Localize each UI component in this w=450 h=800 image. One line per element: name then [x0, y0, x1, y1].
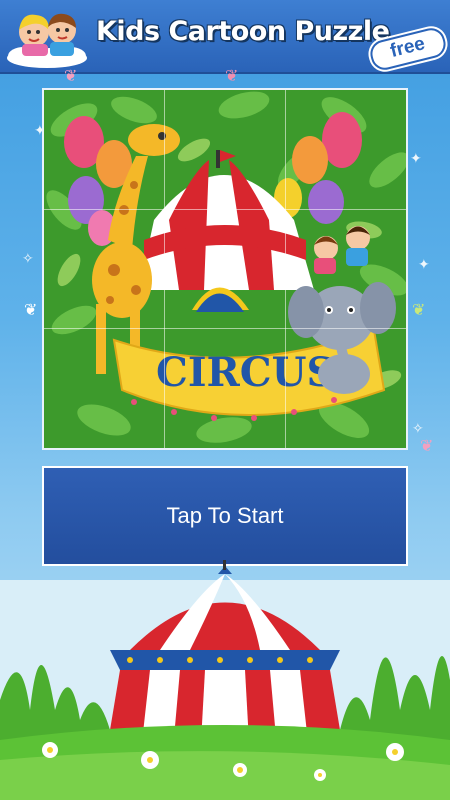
- circus-puzzle-image: CIRCUS: [44, 90, 406, 448]
- grid-divider: [164, 90, 165, 448]
- grid-divider: [44, 328, 406, 329]
- butterfly-icon: ❦: [225, 68, 239, 85]
- circus-tent-scene: [0, 560, 450, 800]
- grid-divider: [44, 209, 406, 210]
- butterfly-icon: ❦: [420, 438, 434, 455]
- kids-logo-icon: [7, 13, 87, 68]
- sparkle-icon: ✦: [418, 256, 430, 272]
- tap-to-start-button[interactable]: Tap To Start: [42, 466, 408, 566]
- circus-sign: CIRCUS: [156, 349, 335, 396]
- app-header: Kids Cartoon Puzzle free: [0, 0, 450, 74]
- sparkle-icon: ✦: [410, 150, 422, 166]
- grid-divider: [285, 90, 286, 448]
- butterfly-icon: ❦: [412, 302, 426, 319]
- puzzle-board[interactable]: CIRCUS: [42, 88, 408, 450]
- butterfly-icon: ❦: [64, 68, 78, 85]
- sparkle-icon: ✧: [412, 420, 424, 436]
- sparkle-icon: ✧: [22, 250, 34, 266]
- app-title: Kids Cartoon Puzzle: [96, 16, 390, 47]
- butterfly-icon: ❦: [24, 302, 38, 319]
